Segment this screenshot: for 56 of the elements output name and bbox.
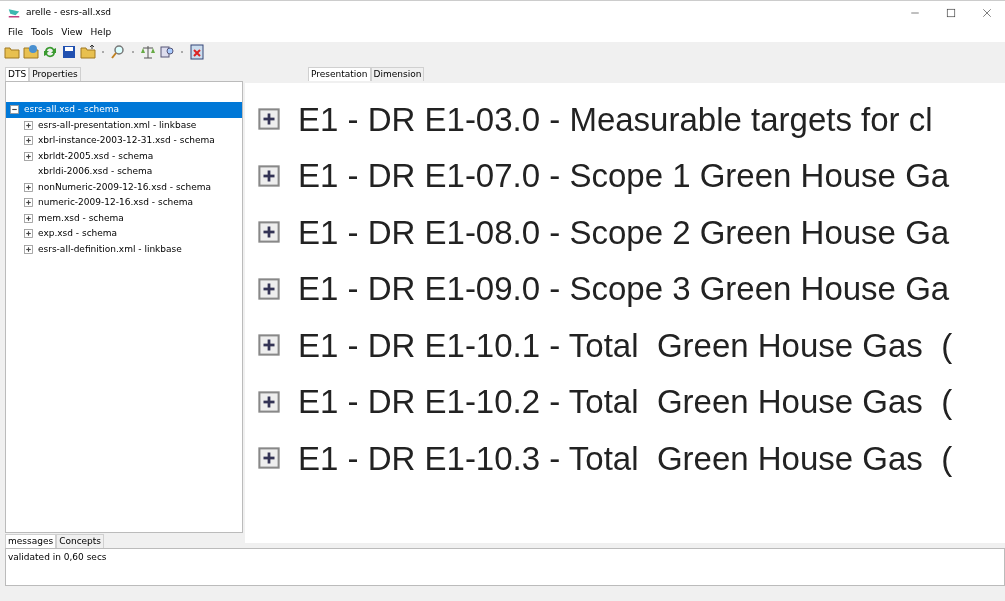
documents-search-icon[interactable] (159, 44, 175, 60)
maximize-icon[interactable] (946, 7, 956, 18)
tab[interactable]: DTS (5, 67, 30, 81)
expand-icon[interactable] (24, 229, 33, 239)
tree-item[interactable]: E1 - DR E1-09.0 - Scope 3 Green House Ga (298, 264, 950, 314)
tree-item[interactable]: xbrldt-2005.xsd - schema (6, 148, 242, 164)
tab[interactable]: Dimension (370, 67, 425, 81)
app-logo-icon (6, 6, 22, 19)
tree-item[interactable]: E1 - DR E1-08.0 - Scope 2 Green House Ga (298, 207, 950, 257)
globe-folder-icon[interactable] (23, 44, 39, 60)
tab[interactable]: Properties (29, 67, 81, 81)
tree-item[interactable]: nonNumeric-2009-12-16.xsd - schema (6, 179, 242, 195)
search-icon[interactable] (110, 44, 126, 60)
tab[interactable]: messages (5, 534, 57, 548)
tree-item[interactable]: esrs-all-presentation.xml - linkbase (6, 117, 242, 133)
expand-icon[interactable] (24, 244, 33, 254)
save-icon[interactable] (61, 44, 77, 60)
expand-icon[interactable] (24, 213, 33, 223)
expand-icon[interactable] (24, 198, 33, 208)
tree-item[interactable]: exp.xsd - schema (6, 226, 242, 242)
reload-icon[interactable] (42, 44, 58, 60)
expand-icon[interactable] (24, 182, 33, 192)
tree-item[interactable]: numeric-2009-12-16.xsd - schema (6, 195, 242, 211)
tab[interactable]: Concepts (56, 534, 105, 548)
menu-item[interactable]: View (57, 26, 87, 40)
close-icon[interactable] (982, 7, 992, 18)
tree-item[interactable]: E1 - DR E1-03.0 - Measurable targets for cl (298, 94, 933, 144)
balance-scale-icon[interactable] (140, 44, 156, 60)
expand-icon[interactable] (258, 164, 280, 187)
document-close-icon[interactable] (189, 44, 205, 60)
tree-item[interactable]: xbrldi-2006.xsd - schema (6, 164, 242, 180)
tree-item[interactable]: esrs-all-definition.xml - linkbase (6, 241, 242, 257)
expand-icon[interactable] (258, 447, 280, 470)
tree-item[interactable]: E1 - DR E1-10.2 - Total Green House Gas ( (298, 377, 953, 427)
tree-item[interactable]: xbrl-instance-2003-12-31.xsd - schema (6, 133, 242, 149)
expand-icon[interactable] (258, 390, 280, 413)
tree-item[interactable]: E1 - DR E1-10.3 - Total Green House Gas ( (298, 433, 953, 483)
tab[interactable]: Presentation (308, 67, 371, 81)
expand-icon[interactable] (24, 120, 33, 130)
expand-icon[interactable] (258, 334, 280, 357)
tree-item[interactable]: E1 - DR E1-07.0 - Scope 1 Green House Ga (298, 151, 950, 201)
expand-icon[interactable] (258, 221, 280, 244)
tree-item[interactable]: mem.xsd - schema (6, 210, 242, 226)
expand-icon[interactable] (258, 277, 280, 300)
expand-icon[interactable] (24, 136, 33, 146)
folder-icon[interactable] (4, 44, 20, 60)
log-message: validated in 0,60 secs (8, 551, 108, 564)
window-title: arelle - esrs-all.xsd (26, 5, 112, 19)
expand-icon[interactable] (258, 108, 280, 131)
expand-icon[interactable] (24, 151, 33, 161)
menu-item[interactable]: File (4, 26, 28, 40)
tree-item[interactable]: esrs-all.xsd - schema (6, 102, 242, 118)
menu-item[interactable]: Help (86, 26, 116, 40)
tree-item[interactable]: E1 - DR E1-10.1 - Total Green House Gas ( (298, 320, 953, 370)
menu-item[interactable]: Tools (27, 26, 58, 40)
collapse-icon[interactable] (10, 105, 19, 115)
